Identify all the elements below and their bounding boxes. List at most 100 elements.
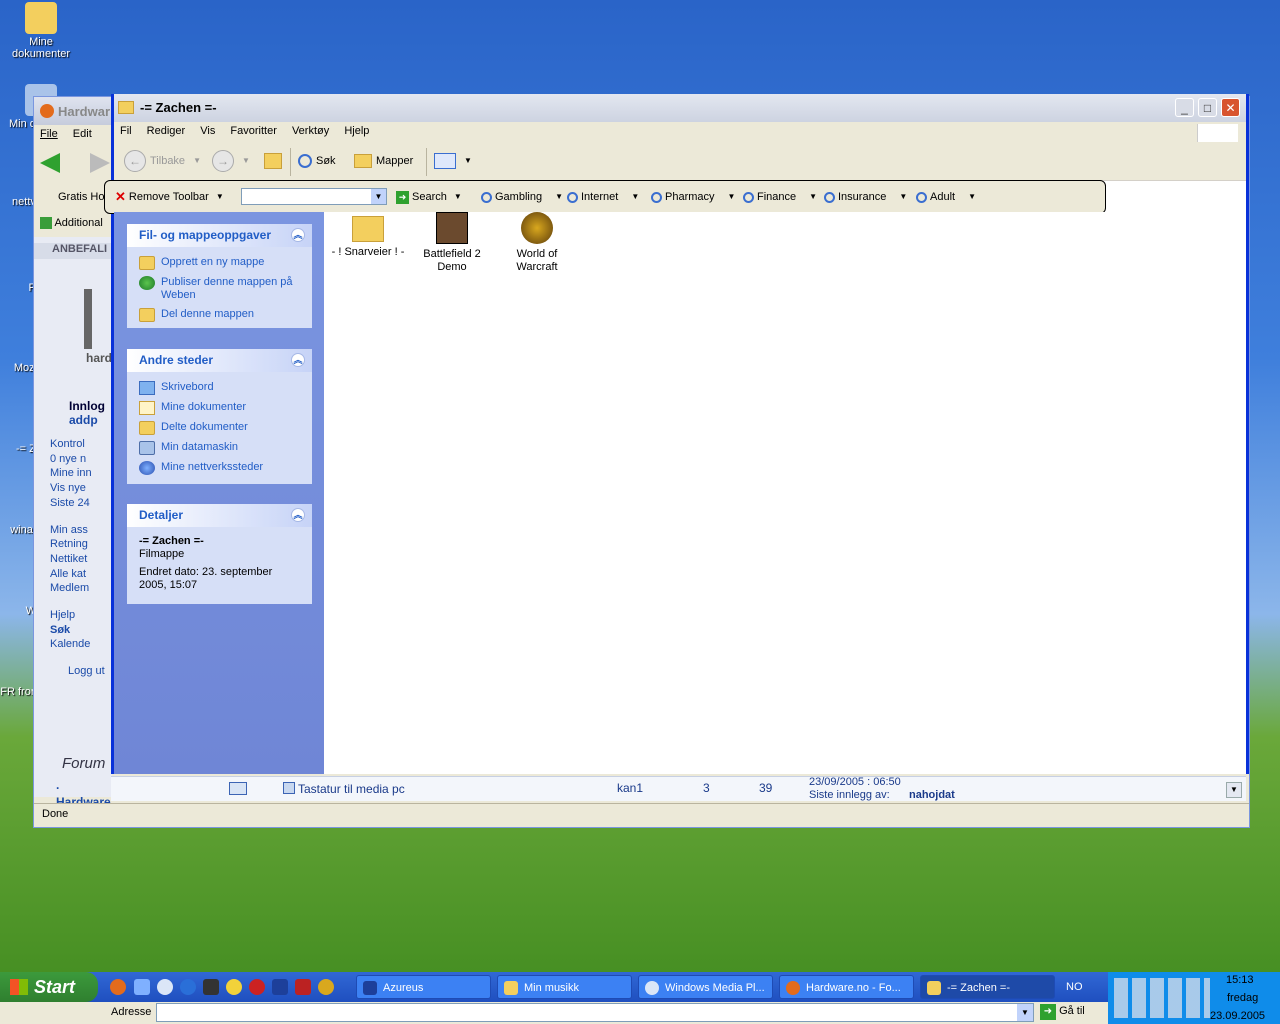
scroll-down-icon[interactable]: ▼ xyxy=(1226,782,1242,798)
menu-fil[interactable]: Fil xyxy=(114,122,138,140)
other-places-header[interactable]: Andre steder ︽ xyxy=(127,349,312,372)
menu-verktoy[interactable]: Verktøy xyxy=(286,122,335,140)
address-input[interactable]: ▼ xyxy=(156,1003,1034,1022)
folders-button[interactable]: Mapper xyxy=(354,150,413,172)
link-nye[interactable]: 0 nye n xyxy=(50,452,105,467)
menu-hjelp[interactable]: Hjelp xyxy=(338,122,375,140)
toolbar-search-button[interactable]: ➜ Search ▼ xyxy=(396,189,462,205)
dropdown-icon: ▼ xyxy=(453,192,462,201)
maximize-button[interactable]: □ xyxy=(1198,98,1217,117)
media-quicklaunch-icon[interactable] xyxy=(157,979,173,995)
views-button[interactable]: ▼ xyxy=(434,150,472,172)
wow-quicklaunch-icon[interactable] xyxy=(318,979,334,995)
collapse-icon[interactable]: ︽ xyxy=(291,353,305,367)
globe-quicklaunch-icon[interactable] xyxy=(180,979,196,995)
place-my-documents[interactable]: Mine dokumenter xyxy=(127,398,312,418)
file-snarveier[interactable]: - ! Snarveier ! - xyxy=(328,212,408,259)
task-firefox[interactable]: Hardware.no - Fo... xyxy=(779,975,914,999)
chevron-down-icon[interactable]: ▼ xyxy=(371,189,386,204)
link-sok[interactable]: Søk xyxy=(50,623,105,638)
collapse-icon[interactable]: ︽ xyxy=(291,508,305,522)
world-of-warcraft-icon xyxy=(521,212,553,244)
smiley-quicklaunch-icon[interactable] xyxy=(226,979,242,995)
place-my-computer[interactable]: Min datamaskin xyxy=(127,438,312,458)
task-publish-web[interactable]: Publiser denne mappen på Weben xyxy=(127,273,312,305)
azureus-quicklaunch-icon[interactable] xyxy=(272,979,288,995)
details-header[interactable]: Detaljer ︽ xyxy=(127,504,312,527)
start-button[interactable]: Start xyxy=(0,972,98,1002)
clock-time[interactable]: 15:13 xyxy=(1226,974,1254,986)
file-tasks-header[interactable]: Fil- og mappeoppgaver ︽ xyxy=(127,224,312,247)
file-label: - ! Snarveier ! - xyxy=(331,246,405,258)
link-logg-ut[interactable]: Logg ut xyxy=(50,664,105,679)
back-arrow-icon[interactable] xyxy=(40,153,60,173)
chevron-down-icon[interactable]: ▼ xyxy=(1017,1004,1033,1021)
go-button[interactable]: ➜ Gå til xyxy=(1040,1004,1085,1020)
toolbar-finance[interactable]: Finance ▼ xyxy=(743,189,817,205)
topic-last-user[interactable]: nahojdat xyxy=(909,789,955,801)
task-share-folder[interactable]: Del denne mappen xyxy=(127,305,312,325)
file-tasks-title: Fil- og mappeoppgaver xyxy=(139,228,272,242)
link-retning[interactable]: Retning xyxy=(50,537,105,552)
up-button[interactable] xyxy=(264,150,282,172)
topic-user[interactable]: kan1 xyxy=(617,781,643,795)
link-kalender[interactable]: Kalende xyxy=(50,637,105,652)
minimize-button[interactable]: _ xyxy=(1175,98,1194,117)
link-siste[interactable]: Siste 24 xyxy=(50,496,105,511)
toolbar-search-input[interactable]: ▼ xyxy=(241,188,387,205)
link-alle[interactable]: Alle kat xyxy=(50,567,105,582)
menu-favoritter[interactable]: Favoritter xyxy=(224,122,282,140)
desktop-icon-w[interactable]: W xyxy=(0,605,36,617)
firefox-quicklaunch-icon[interactable] xyxy=(110,979,126,995)
link-min-ass[interactable]: Min ass xyxy=(50,523,105,538)
taskbar: Start Azureus Min musikk Windows Media P… xyxy=(0,972,1280,1024)
menu-rediger[interactable]: Rediger xyxy=(141,122,192,140)
forward-button[interactable]: → ▼ xyxy=(212,150,250,172)
language-indicator[interactable]: NO xyxy=(1066,981,1083,993)
file-battlefield[interactable]: Battlefield 2 Demo xyxy=(412,212,492,274)
ie-quicklaunch-icon[interactable] xyxy=(134,979,150,995)
toolbar-insurance[interactable]: Insurance ▼ xyxy=(824,189,907,205)
collapse-icon[interactable]: ︽ xyxy=(291,228,305,242)
menu-vis[interactable]: Vis xyxy=(194,122,221,140)
menu-file[interactable]: File xyxy=(34,125,64,143)
topic-title[interactable]: Tastatur til media pc xyxy=(298,782,405,796)
desktop-icon-mine-dokumenter[interactable]: Mine dokumenter xyxy=(5,2,77,60)
toolbar-pharmacy[interactable]: Pharmacy ▼ xyxy=(651,189,735,205)
task-new-folder[interactable]: Opprett en ny mappe xyxy=(127,253,312,273)
bf2-quicklaunch-icon[interactable] xyxy=(295,979,311,995)
bookmark-gratis[interactable]: Gratis Hot xyxy=(58,191,108,203)
explorer-titlebar[interactable]: -= Zachen =- _ □ ✕ xyxy=(114,94,1246,122)
close-button[interactable]: ✕ xyxy=(1221,98,1240,117)
link-nettiket[interactable]: Nettiket xyxy=(50,552,105,567)
task-azureus[interactable]: Azureus xyxy=(356,975,491,999)
remove-toolbar-button[interactable]: ✕ Remove Toolbar ▼ xyxy=(115,189,224,205)
toolbar-adult[interactable]: Adult ▼ xyxy=(916,189,976,205)
forward-arrow-icon[interactable] xyxy=(90,153,110,173)
clock-date: 23.09.2005 xyxy=(1210,1010,1266,1022)
file-wow[interactable]: World of Warcraft xyxy=(497,212,577,274)
back-button[interactable]: ← Tilbake ▼ xyxy=(124,150,201,172)
place-network[interactable]: Mine nettverkssteder xyxy=(127,458,312,478)
search-button[interactable]: Søk xyxy=(298,150,336,172)
menu-edit[interactable]: Edit xyxy=(67,125,98,143)
link-hjelp[interactable]: Hjelp xyxy=(50,608,105,623)
link-vis[interactable]: Vis nye xyxy=(50,481,105,496)
steam-quicklaunch-icon[interactable] xyxy=(203,979,219,995)
place-shared-documents[interactable]: Delte dokumenter xyxy=(127,418,312,438)
link-mine[interactable]: Mine inn xyxy=(50,466,105,481)
user-link[interactable]: addp xyxy=(69,413,98,427)
place-desktop[interactable]: Skrivebord xyxy=(127,378,312,398)
additional-bar[interactable]: Additional xyxy=(40,217,112,230)
task-min-musikk[interactable]: Min musikk xyxy=(497,975,632,999)
task-zachen[interactable]: -= Zachen =- xyxy=(920,975,1055,999)
forum-topic-row[interactable]: Tastatur til media pc kan1 3 39 23/09/20… xyxy=(111,776,1246,801)
toolbar-gambling[interactable]: Gambling ▼ xyxy=(481,189,563,205)
link-medlem[interactable]: Medlem xyxy=(50,581,105,596)
game-quicklaunch-icon[interactable] xyxy=(249,979,265,995)
toolbar-internet[interactable]: Internet ▼ xyxy=(567,189,639,205)
link-kontrol[interactable]: Kontrol xyxy=(50,437,105,452)
dropdown-icon: ▼ xyxy=(464,156,472,165)
views-icon xyxy=(434,153,456,169)
task-media-player[interactable]: Windows Media Pl... xyxy=(638,975,773,999)
